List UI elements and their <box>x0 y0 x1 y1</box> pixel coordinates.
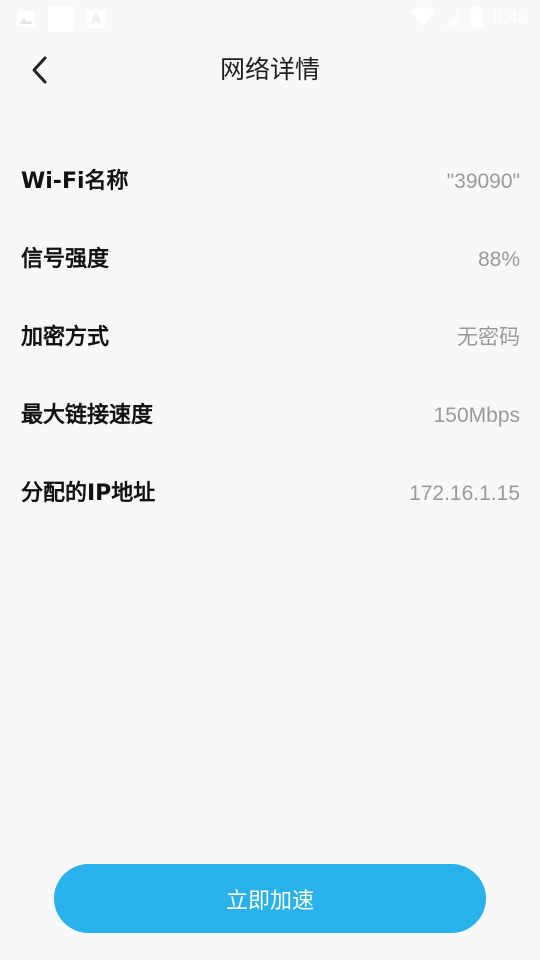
detail-row-ip-address: 分配的IP地址 172.16.1.15 <box>0 456 540 534</box>
battery-icon <box>470 6 483 28</box>
encryption-label: 加密方式 <box>21 325 110 350</box>
detail-row-encryption: 加密方式 无密码 <box>0 300 540 378</box>
wifi-name-label: Wi-Fi名称 <box>21 169 129 194</box>
status-bar: 8:48 <box>0 0 540 36</box>
accelerate-button[interactable]: 立即加速 <box>54 864 486 933</box>
wifi-name-value: "39090" <box>446 170 520 193</box>
status-bar-left-icons <box>16 6 106 32</box>
max-link-speed-value: 150Mbps <box>433 404 520 427</box>
notification-square-icon <box>48 6 74 32</box>
status-bar-right-icons: 8:48 <box>410 6 528 28</box>
detail-row-wifi-name: Wi-Fi名称 "39090" <box>0 144 540 222</box>
network-details-list: Wi-Fi名称 "39090" 信号强度 88% 加密方式 无密码 最大链接速度… <box>0 144 540 534</box>
signal-strength-value: 88% <box>477 248 520 271</box>
detail-row-signal-strength: 信号强度 88% <box>0 222 540 300</box>
header-bar: 网络详情 <box>0 40 540 104</box>
encryption-value: 无密码 <box>457 326 520 349</box>
ip-address-label: 分配的IP地址 <box>21 481 156 506</box>
signal-strength-label: 信号强度 <box>21 247 110 272</box>
image-icon <box>16 9 36 29</box>
detail-row-max-link-speed: 最大链接速度 150Mbps <box>0 378 540 456</box>
page-title: 网络详情 <box>219 55 320 84</box>
signal-icon <box>445 7 461 27</box>
status-time: 8:48 <box>492 6 528 27</box>
wifi-icon <box>410 7 435 27</box>
ip-address-value: 172.16.1.15 <box>409 482 520 505</box>
app-a-icon <box>86 9 106 29</box>
max-link-speed-label: 最大链接速度 <box>21 403 154 428</box>
